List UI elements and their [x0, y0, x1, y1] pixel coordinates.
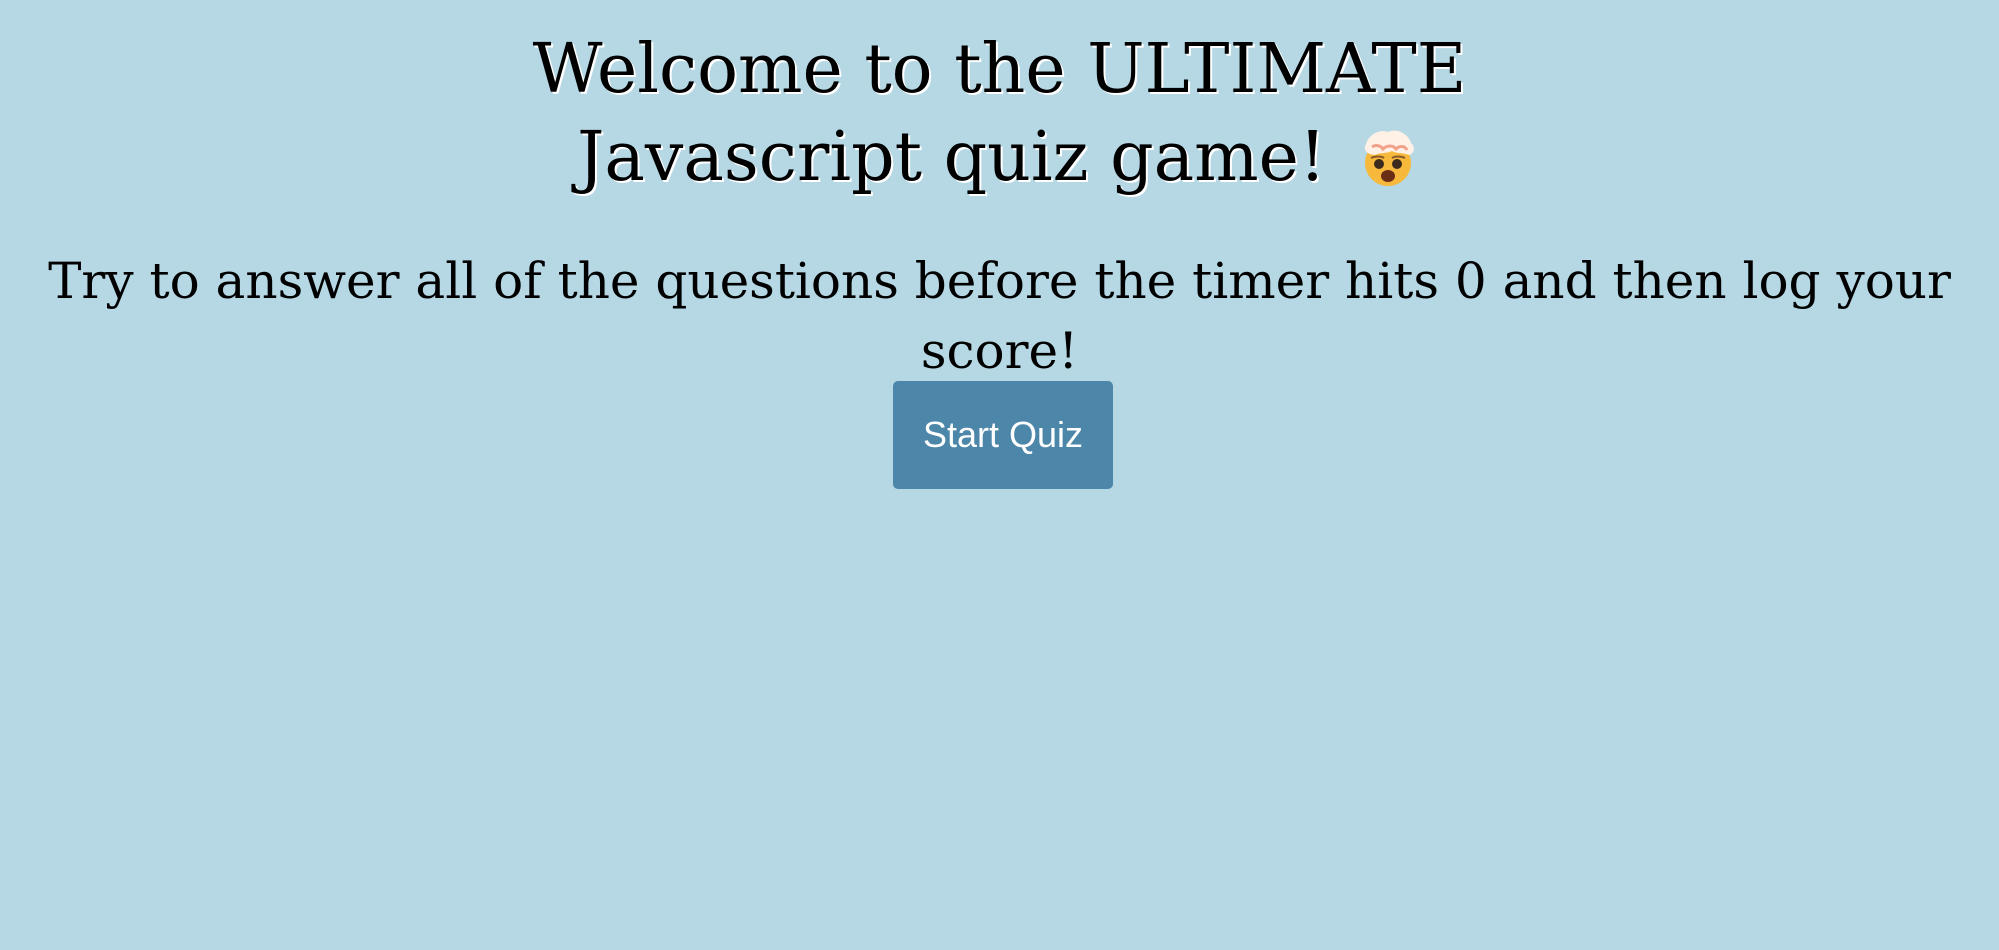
- title-line-1: Welcome to the ULTIMATE: [532, 30, 1467, 109]
- title-line-2-wrapper: Javascript quiz game!: [0, 114, 1999, 202]
- instructions-text: Try to answer all of the questions befor…: [48, 252, 1951, 380]
- start-quiz-button[interactable]: Start Quiz: [893, 381, 1113, 489]
- exploding-head-icon: [1354, 122, 1422, 190]
- title-line-2: Javascript quiz game!: [577, 118, 1327, 197]
- page-title: Welcome to the ULTIMATE Javascript quiz …: [0, 26, 1999, 202]
